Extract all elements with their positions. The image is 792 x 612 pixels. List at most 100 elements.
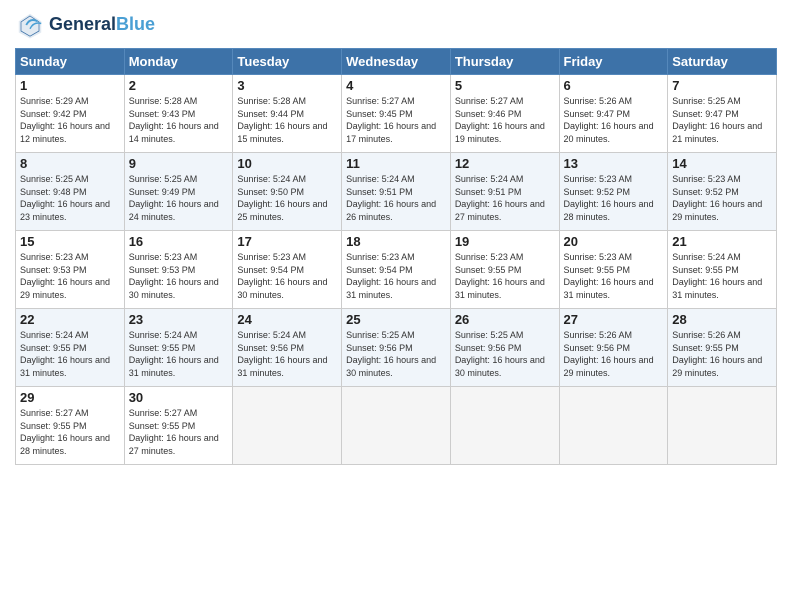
- day-number: 19: [455, 234, 555, 249]
- day-info: Sunrise: 5:26 AMSunset: 9:55 PMDaylight:…: [672, 329, 772, 379]
- day-info: Sunrise: 5:23 AMSunset: 9:52 PMDaylight:…: [672, 173, 772, 223]
- calendar-cell: 25Sunrise: 5:25 AMSunset: 9:56 PMDayligh…: [342, 309, 451, 387]
- day-info: Sunrise: 5:23 AMSunset: 9:52 PMDaylight:…: [564, 173, 664, 223]
- day-info: Sunrise: 5:25 AMSunset: 9:47 PMDaylight:…: [672, 95, 772, 145]
- calendar-cell: 7 Sunrise: 5:25 AMSunset: 9:47 PMDaylight…: [668, 75, 777, 153]
- calendar-cell: [668, 387, 777, 465]
- day-info: Sunrise: 5:24 AMSunset: 9:51 PMDaylight:…: [455, 173, 555, 223]
- weekday-header: Wednesday: [342, 49, 451, 75]
- calendar-cell: 4 Sunrise: 5:27 AMSunset: 9:45 PMDaylight…: [342, 75, 451, 153]
- day-info: Sunrise: 5:27 AMSunset: 9:45 PMDaylight:…: [346, 95, 446, 145]
- calendar-cell: 28 Sunrise: 5:26 AMSunset: 9:55 PMDayligh…: [668, 309, 777, 387]
- weekday-header: Tuesday: [233, 49, 342, 75]
- page-container: GeneralBlue SundayMondayTuesdayWednesday…: [0, 0, 792, 475]
- day-info: Sunrise: 5:27 AMSunset: 9:46 PMDaylight:…: [455, 95, 555, 145]
- day-info: Sunrise: 5:25 AMSunset: 9:48 PMDaylight:…: [20, 173, 120, 223]
- calendar-cell: 16 Sunrise: 5:23 AMSunset: 9:53 PMDayligh…: [124, 231, 233, 309]
- calendar-cell: 21 Sunrise: 5:24 AMSunset: 9:55 PMDayligh…: [668, 231, 777, 309]
- calendar-cell: 29Sunrise: 5:27 AMSunset: 9:55 PMDayligh…: [16, 387, 125, 465]
- weekday-header: Saturday: [668, 49, 777, 75]
- weekday-header: Sunday: [16, 49, 125, 75]
- day-info: Sunrise: 5:26 AMSunset: 9:56 PMDaylight:…: [564, 329, 664, 379]
- calendar-cell: 1 Sunrise: 5:29 AMSunset: 9:42 PMDaylight…: [16, 75, 125, 153]
- weekday-header: Friday: [559, 49, 668, 75]
- calendar-cell: 23 Sunrise: 5:24 AMSunset: 9:55 PMDayligh…: [124, 309, 233, 387]
- day-number: 6: [564, 78, 664, 93]
- weekday-header-row: SundayMondayTuesdayWednesdayThursdayFrid…: [16, 49, 777, 75]
- day-info: Sunrise: 5:27 AMSunset: 9:55 PMDaylight:…: [129, 407, 229, 457]
- day-info: Sunrise: 5:23 AMSunset: 9:54 PMDaylight:…: [237, 251, 337, 301]
- day-number: 22: [20, 312, 120, 327]
- calendar-cell: 9Sunrise: 5:25 AMSunset: 9:49 PMDaylight…: [124, 153, 233, 231]
- calendar-cell: 15 Sunrise: 5:23 AMSunset: 9:53 PMDayligh…: [16, 231, 125, 309]
- calendar-cell: 19 Sunrise: 5:23 AMSunset: 9:55 PMDayligh…: [450, 231, 559, 309]
- day-number: 15: [20, 234, 120, 249]
- day-number: 12: [455, 156, 555, 171]
- calendar-week-row: 8Sunrise: 5:25 AMSunset: 9:48 PMDaylight…: [16, 153, 777, 231]
- calendar-cell: 27Sunrise: 5:26 AMSunset: 9:56 PMDayligh…: [559, 309, 668, 387]
- calendar-cell: 5 Sunrise: 5:27 AMSunset: 9:46 PMDaylight…: [450, 75, 559, 153]
- day-info: Sunrise: 5:23 AMSunset: 9:53 PMDaylight:…: [20, 251, 120, 301]
- day-number: 17: [237, 234, 337, 249]
- calendar-cell: [342, 387, 451, 465]
- day-info: Sunrise: 5:23 AMSunset: 9:54 PMDaylight:…: [346, 251, 446, 301]
- day-number: 21: [672, 234, 772, 249]
- calendar-cell: 12 Sunrise: 5:24 AMSunset: 9:51 PMDayligh…: [450, 153, 559, 231]
- day-info: Sunrise: 5:23 AMSunset: 9:55 PMDaylight:…: [564, 251, 664, 301]
- logo-text: GeneralBlue: [49, 15, 155, 35]
- calendar-cell: 18Sunrise: 5:23 AMSunset: 9:54 PMDayligh…: [342, 231, 451, 309]
- weekday-header: Thursday: [450, 49, 559, 75]
- day-number: 7: [672, 78, 772, 93]
- day-number: 28: [672, 312, 772, 327]
- day-info: Sunrise: 5:24 AMSunset: 9:55 PMDaylight:…: [129, 329, 229, 379]
- day-info: Sunrise: 5:25 AMSunset: 9:56 PMDaylight:…: [455, 329, 555, 379]
- calendar-cell: 26Sunrise: 5:25 AMSunset: 9:56 PMDayligh…: [450, 309, 559, 387]
- day-number: 1: [20, 78, 120, 93]
- day-info: Sunrise: 5:26 AMSunset: 9:47 PMDaylight:…: [564, 95, 664, 145]
- day-number: 20: [564, 234, 664, 249]
- day-number: 16: [129, 234, 229, 249]
- calendar-cell: 11Sunrise: 5:24 AMSunset: 9:51 PMDayligh…: [342, 153, 451, 231]
- day-info: Sunrise: 5:23 AMSunset: 9:55 PMDaylight:…: [455, 251, 555, 301]
- calendar-week-row: 1 Sunrise: 5:29 AMSunset: 9:42 PMDaylight…: [16, 75, 777, 153]
- calendar-body: 1 Sunrise: 5:29 AMSunset: 9:42 PMDaylight…: [16, 75, 777, 465]
- calendar-cell: 2 Sunrise: 5:28 AMSunset: 9:43 PMDaylight…: [124, 75, 233, 153]
- calendar-cell: 24 Sunrise: 5:24 AMSunset: 9:56 PMDayligh…: [233, 309, 342, 387]
- day-info: Sunrise: 5:24 AMSunset: 9:55 PMDaylight:…: [20, 329, 120, 379]
- day-number: 10: [237, 156, 337, 171]
- calendar-week-row: 29 Sunrise: 5:27 AMSunset: 9:55 PMDayligh…: [16, 387, 777, 465]
- day-info: Sunrise: 5:24 AMSunset: 9:50 PMDaylight:…: [237, 173, 337, 223]
- calendar-cell: 17 Sunrise: 5:23 AMSunset: 9:54 PMDayligh…: [233, 231, 342, 309]
- calendar-cell: 13 Sunrise: 5:23 AMSunset: 9:52 PMDayligh…: [559, 153, 668, 231]
- calendar-cell: 30Sunrise: 5:27 AMSunset: 9:55 PMDayligh…: [124, 387, 233, 465]
- day-number: 5: [455, 78, 555, 93]
- day-info: Sunrise: 5:23 AMSunset: 9:53 PMDaylight:…: [129, 251, 229, 301]
- day-number: 11: [346, 156, 446, 171]
- calendar-week-row: 15 Sunrise: 5:23 AMSunset: 9:53 PMDayligh…: [16, 231, 777, 309]
- day-number: 14: [672, 156, 772, 171]
- day-number: 24: [237, 312, 337, 327]
- calendar-cell: [450, 387, 559, 465]
- day-number: 2: [129, 78, 229, 93]
- calendar-table: SundayMondayTuesdayWednesdayThursdayFrid…: [15, 48, 777, 465]
- calendar-cell: [559, 387, 668, 465]
- day-info: Sunrise: 5:29 AMSunset: 9:42 PMDaylight:…: [20, 95, 120, 145]
- calendar-cell: 22 Sunrise: 5:24 AMSunset: 9:55 PMDayligh…: [16, 309, 125, 387]
- day-info: Sunrise: 5:28 AMSunset: 9:43 PMDaylight:…: [129, 95, 229, 145]
- day-number: 3: [237, 78, 337, 93]
- calendar-cell: 8Sunrise: 5:25 AMSunset: 9:48 PMDaylight…: [16, 153, 125, 231]
- day-info: Sunrise: 5:28 AMSunset: 9:44 PMDaylight:…: [237, 95, 337, 145]
- day-number: 23: [129, 312, 229, 327]
- calendar-cell: 10 Sunrise: 5:24 AMSunset: 9:50 PMDayligh…: [233, 153, 342, 231]
- day-info: Sunrise: 5:24 AMSunset: 9:55 PMDaylight:…: [672, 251, 772, 301]
- logo: GeneralBlue: [15, 10, 155, 40]
- calendar-cell: 14 Sunrise: 5:23 AMSunset: 9:52 PMDayligh…: [668, 153, 777, 231]
- day-number: 25: [346, 312, 446, 327]
- header: GeneralBlue: [15, 10, 777, 40]
- day-number: 13: [564, 156, 664, 171]
- day-info: Sunrise: 5:24 AMSunset: 9:56 PMDaylight:…: [237, 329, 337, 379]
- calendar-cell: 6 Sunrise: 5:26 AMSunset: 9:47 PMDaylight…: [559, 75, 668, 153]
- day-number: 4: [346, 78, 446, 93]
- calendar-cell: [233, 387, 342, 465]
- day-number: 29: [20, 390, 120, 405]
